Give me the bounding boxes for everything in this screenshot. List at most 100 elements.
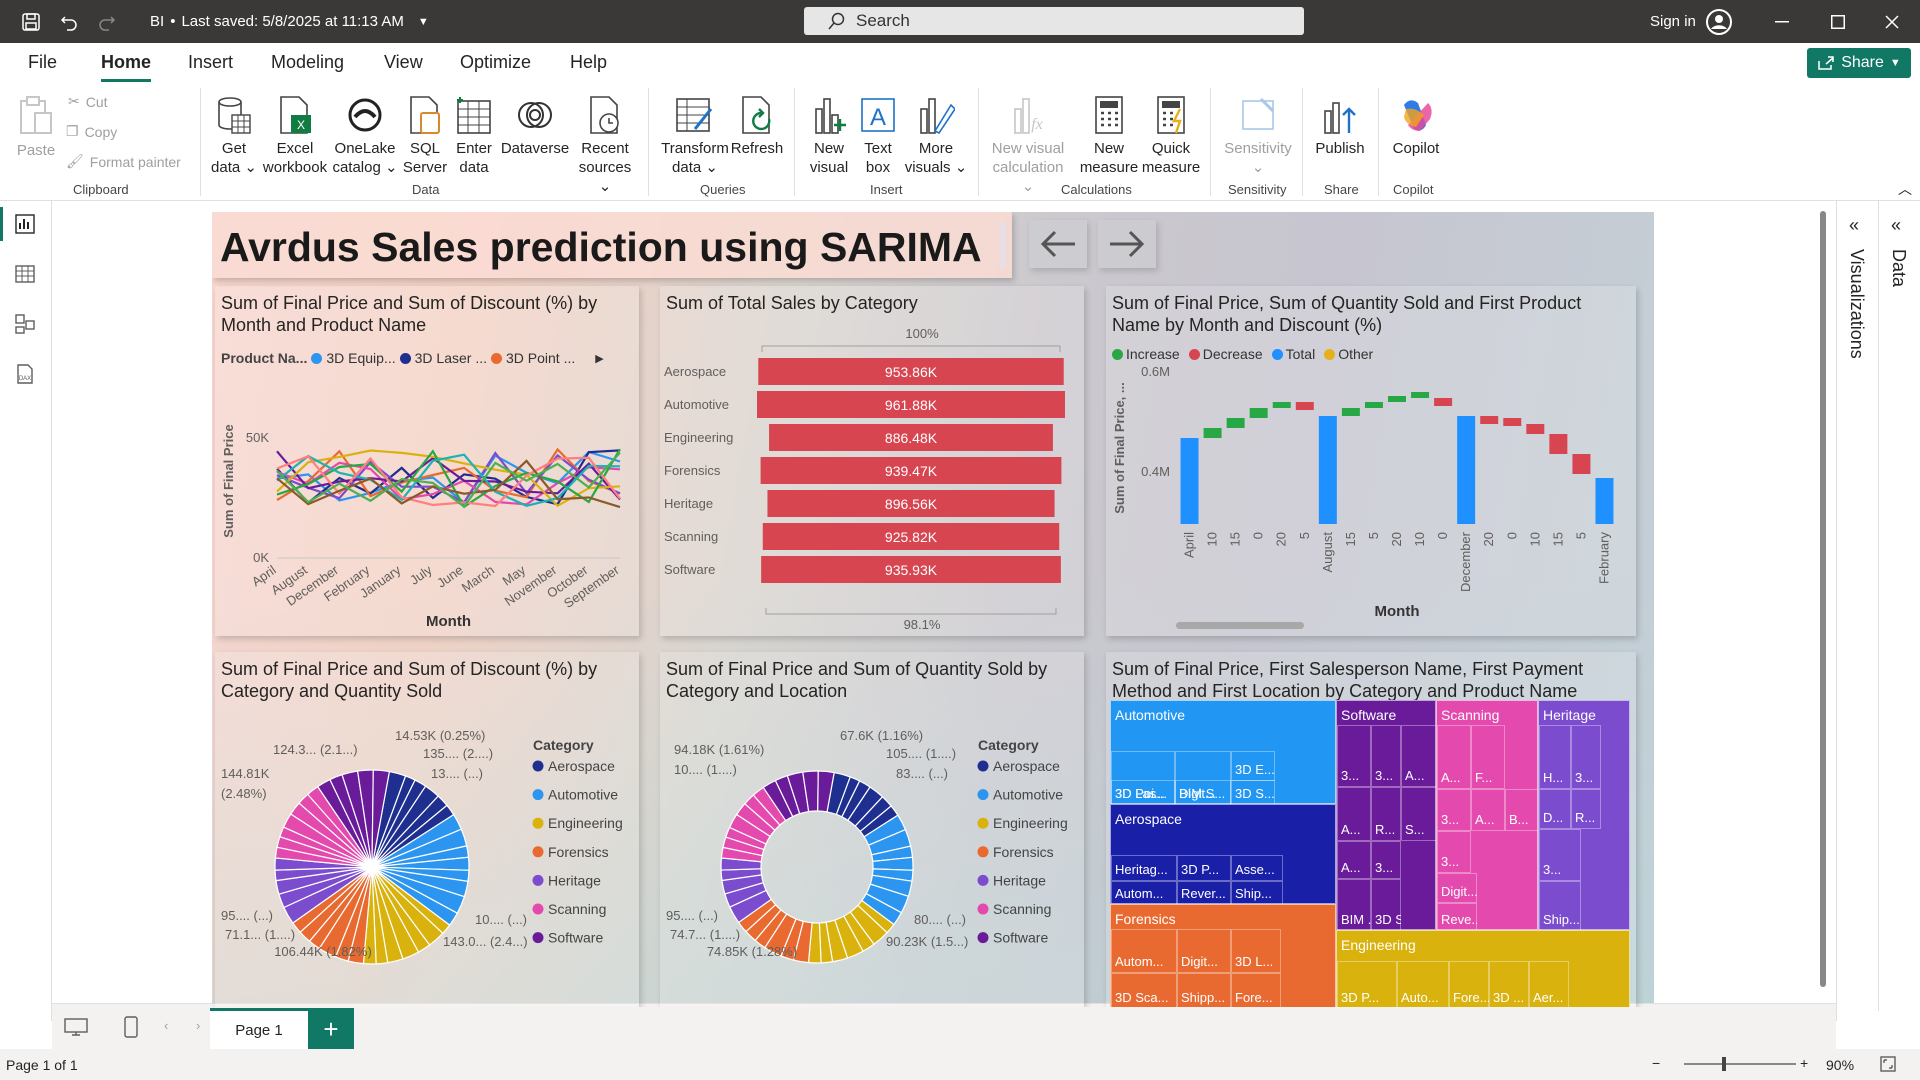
dataverse-button[interactable]: Dataverse	[500, 95, 570, 158]
collapse-ribbon-icon[interactable]: ︿	[1898, 179, 1912, 199]
onelake-catalog-button[interactable]: OneLake catalog ⌄	[332, 95, 398, 177]
tab-help[interactable]: Help	[570, 52, 607, 73]
tab-file[interactable]: File	[28, 52, 57, 73]
treemap-cell[interactable]: 3...	[1437, 789, 1471, 831]
treemap-cell[interactable]: 3D S...	[1371, 879, 1401, 931]
tab-home[interactable]: Home	[101, 52, 152, 82]
treemap-cell[interactable]: A...	[1401, 725, 1437, 787]
model-view-icon[interactable]	[14, 313, 38, 337]
new-visual-button[interactable]: New visual	[804, 95, 854, 177]
treemap-cell[interactable]: 3D Poi...	[1111, 780, 1175, 805]
forward-arrow-button[interactable]	[1098, 220, 1156, 268]
sql-server-button[interactable]: SQL Server	[402, 95, 448, 177]
treemap-cell[interactable]: Autom...	[1111, 881, 1177, 905]
file-name-menu[interactable]: BI • Last saved: 5/8/2025 at 11:13 AM ▼	[150, 0, 429, 43]
treemap-cell[interactable]: 3...	[1437, 831, 1471, 873]
treemap-cell[interactable]: 3D L...	[1231, 929, 1281, 973]
waterfall-chart-visual[interactable]: Sum of Final Price, Sum of Quantity Sold…	[1106, 286, 1636, 636]
visualizations-pane-tab[interactable]: « Visualizations	[1837, 201, 1879, 1011]
treemap-cell[interactable]: 3D P...	[1337, 961, 1397, 1007]
bar-chart-visual[interactable]: Sum of Total Sales by Category 100% 98.1%…	[660, 286, 1084, 636]
copilot-button[interactable]: Copilot	[1386, 95, 1446, 158]
treemap-cell[interactable]: 3...	[1571, 725, 1601, 789]
treemap-cell[interactable]: 3D P...	[1177, 855, 1231, 881]
transform-data-button[interactable]: Transform data ⌄	[658, 95, 732, 177]
treemap-cell[interactable]: Shipp...	[1177, 973, 1231, 1007]
sign-in-button[interactable]: Sign in	[1650, 0, 1732, 43]
treemap-cell[interactable]: A...	[1337, 841, 1371, 879]
donut-chart-visual[interactable]: Sum of Final Price and Sum of Quantity S…	[660, 652, 1084, 1007]
report-view-icon[interactable]	[14, 213, 38, 237]
zoom-slider-thumb[interactable]	[1722, 1057, 1726, 1071]
get-data-button[interactable]: Get data ⌄	[210, 95, 258, 177]
treemap-cell[interactable]: Reve...	[1437, 903, 1477, 931]
pie-chart-visual[interactable]: Sum of Final Price and Sum of Discount (…	[215, 652, 639, 1007]
treemap-cell[interactable]: Ship...	[1231, 881, 1283, 905]
tab-modeling[interactable]: Modeling	[271, 52, 344, 73]
treemap-cell[interactable]: 3...	[1539, 829, 1581, 881]
treemap-cell[interactable]: 3...	[1371, 725, 1401, 787]
page-tab[interactable]: Page 1	[210, 1008, 308, 1050]
search-input[interactable]: Search	[804, 7, 1304, 35]
treemap-cell[interactable]: 3D E...	[1231, 751, 1275, 781]
treemap-cell[interactable]: 3D Sca...	[1111, 973, 1177, 1007]
tab-view[interactable]: View	[384, 52, 423, 73]
table-view-icon[interactable]	[14, 263, 38, 287]
save-icon[interactable]	[18, 0, 44, 43]
treemap-cell[interactable]: B...	[1505, 789, 1539, 831]
desktop-layout-icon[interactable]	[64, 1018, 88, 1041]
close-icon[interactable]	[1874, 0, 1910, 43]
treemap-cell[interactable]: Heritag...	[1111, 855, 1177, 881]
dax-query-view-icon[interactable]: DAX	[14, 363, 38, 387]
treemap-cell[interactable]: Digit...	[1177, 929, 1231, 973]
treemap-cell[interactable]: Asse...	[1231, 855, 1283, 881]
treemap-cell[interactable]: Auto...	[1397, 961, 1449, 1007]
new-visual-calculation-button[interactable]: fx New visual calculation ⌄	[986, 95, 1070, 196]
tab-insert[interactable]: Insert	[188, 52, 233, 73]
treemap-cell[interactable]: Fore...	[1231, 973, 1281, 1007]
treemap-cell[interactable]: S...	[1401, 787, 1437, 841]
treemap-cell[interactable]: Digit...	[1437, 873, 1477, 903]
treemap-cell[interactable]: Autom...	[1111, 929, 1177, 973]
treemap-group-forensics[interactable]: Forensics Autom... Digit... 3D L... 3D Sca..…	[1110, 904, 1336, 1007]
new-measure-button[interactable]: New measure	[1078, 95, 1140, 177]
minimize-icon[interactable]	[1764, 0, 1800, 43]
cut-button[interactable]: ✂ Cut	[68, 93, 108, 110]
treemap-cell[interactable]: A...	[1471, 789, 1505, 831]
refresh-button[interactable]: Refresh	[730, 95, 784, 158]
treemap-visual[interactable]: Sum of Final Price, First Salesperson Na…	[1106, 652, 1636, 1007]
treemap-cell[interactable]: Ship...	[1539, 881, 1581, 931]
zoom-slider[interactable]	[1684, 1057, 1796, 1071]
sensitivity-button[interactable]: Sensitivity ⌄	[1218, 95, 1298, 177]
treemap-cell[interactable]: 3...	[1337, 725, 1371, 787]
treemap-cell[interactable]: A...	[1337, 787, 1371, 841]
treemap-group-scanning[interactable]: Scanning A... F... 3... A... B... 3... Digit...…	[1436, 700, 1539, 931]
more-visuals-button[interactable]: More visuals ⌄	[904, 95, 968, 177]
treemap-cell[interactable]: 3...	[1371, 841, 1401, 879]
line-chart-visual[interactable]: Sum of Final Price and Sum of Discount (…	[215, 286, 639, 636]
text-box-button[interactable]: A Text box	[856, 95, 900, 177]
canvas-scrollbar[interactable]	[1820, 211, 1826, 987]
treemap-cell[interactable]: Fore...	[1449, 961, 1489, 1007]
treemap-cell[interactable]: R...	[1371, 787, 1401, 841]
undo-icon[interactable]	[56, 0, 82, 43]
next-page-icon[interactable]: ›	[196, 1018, 200, 1033]
zoom-out-icon[interactable]: −	[1652, 1055, 1660, 1071]
treemap-cell[interactable]: Rever...	[1177, 881, 1231, 905]
treemap-group-heritage[interactable]: Heritage H... 3... D... R... 3... Ship...	[1538, 700, 1630, 931]
excel-workbook-button[interactable]: X Excel workbook	[262, 95, 328, 177]
mobile-layout-icon[interactable]	[124, 1016, 138, 1043]
treemap-cell[interactable]: BIM ...	[1337, 879, 1371, 931]
tab-optimize[interactable]: Optimize	[460, 52, 531, 73]
treemap-group-automotive[interactable]: Automotive 3D Las... BIM S... 3D E... 3D Poi…	[1110, 700, 1336, 805]
treemap-group-engineering[interactable]: Engineering 3D P... Auto... Fore... 3D ... Ae…	[1336, 930, 1630, 1007]
treemap-cell[interactable]: Aer...	[1529, 961, 1569, 1007]
format-painter-button[interactable]: 🖌 Format painter	[66, 153, 181, 170]
zoom-in-icon[interactable]: +	[1800, 1055, 1808, 1071]
data-pane-tab[interactable]: « Data	[1879, 201, 1920, 1011]
treemap-cell[interactable]: 3D S...	[1231, 780, 1275, 805]
redo-icon[interactable]	[94, 0, 120, 43]
enter-data-button[interactable]: Enter data	[452, 95, 496, 177]
back-arrow-button[interactable]	[1029, 220, 1087, 268]
prev-page-icon[interactable]: ‹	[164, 1018, 168, 1033]
